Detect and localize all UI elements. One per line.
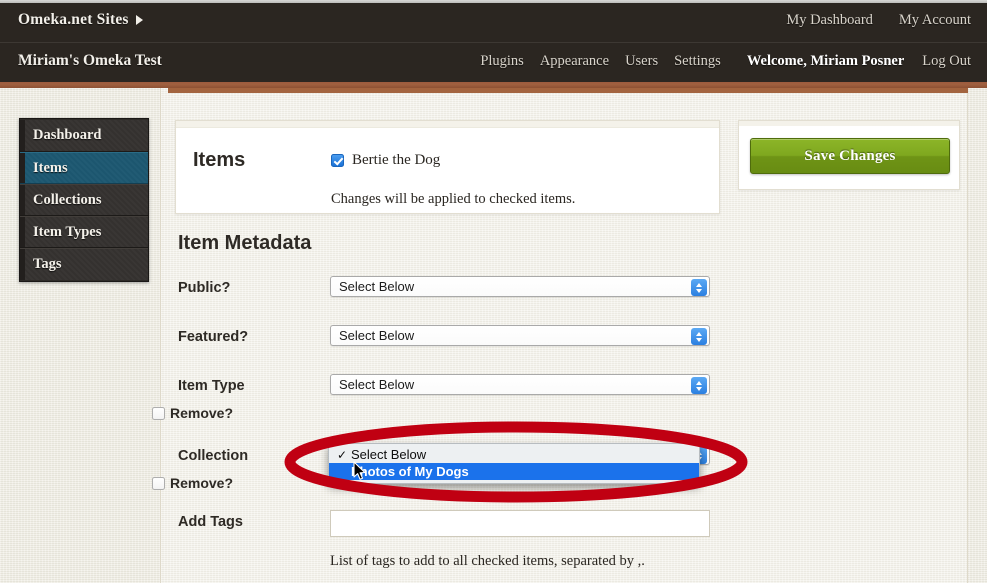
public-select-value: Select Below	[339, 279, 414, 294]
omeka-sites-label: Omeka.net Sites	[18, 11, 129, 29]
item-type-remove-label: Remove?	[170, 405, 233, 421]
field-label-public: Public?	[178, 280, 230, 296]
add-tags-input[interactable]	[330, 510, 710, 537]
main-navigation: Plugins Appearance Users Settings Welcom…	[480, 53, 971, 70]
collection-remove-label: Remove?	[170, 475, 233, 491]
sidebar-item-label: Items	[33, 160, 68, 177]
item-checkbox-row[interactable]: Bertie the Dog	[331, 152, 440, 169]
collection-remove-row[interactable]: Remove?	[152, 475, 233, 491]
dropdown-option-select-below[interactable]: ✓ Select Below	[329, 446, 699, 463]
item-name-label: Bertie the Dog	[352, 152, 440, 169]
sidebar-item-dashboard[interactable]: Dashboard	[20, 120, 148, 152]
collection-dropdown-popup[interactable]: ✓ Select Below Photos of My Dogs	[328, 443, 700, 484]
header-account-links: My Dashboard My Account	[786, 12, 971, 29]
content-accent-rule	[168, 88, 968, 93]
chevron-updown-icon[interactable]	[691, 377, 707, 394]
chevron-updown-icon[interactable]	[691, 279, 707, 296]
omeka-sites-link[interactable]: Omeka.net Sites	[18, 11, 143, 29]
item-type-remove-checkbox[interactable]	[152, 407, 165, 420]
sidebar-item-label: Collections	[33, 192, 101, 209]
dropdown-option-photos-of-my-dogs[interactable]: Photos of My Dogs	[329, 463, 699, 480]
item-type-remove-row[interactable]: Remove?	[152, 405, 233, 421]
add-tags-help-text: List of tags to add to all checked items…	[330, 553, 645, 570]
item-type-select-value: Select Below	[339, 377, 414, 392]
sidebar-item-collections[interactable]: Collections	[20, 184, 148, 216]
sidebar-item-item-types[interactable]: Item Types	[20, 216, 148, 248]
field-label-collection: Collection	[178, 448, 248, 464]
nav-users[interactable]: Users	[625, 53, 658, 70]
featured-select-value: Select Below	[339, 328, 414, 343]
nav-plugins[interactable]: Plugins	[480, 53, 524, 70]
triangle-right-icon	[136, 15, 143, 25]
sidebar-item-label: Dashboard	[33, 127, 102, 144]
sidebar-item-label: Item Types	[33, 224, 101, 241]
item-metadata-title: Item Metadata	[178, 232, 311, 255]
dropdown-option-label: Select Below	[351, 447, 426, 462]
dropdown-option-label: Photos of My Dogs	[351, 464, 469, 479]
field-label-item-type: Item Type	[178, 378, 245, 394]
checkmark-icon: ✓	[337, 448, 351, 462]
featured-select[interactable]: Select Below	[330, 325, 710, 346]
item-checkbox[interactable]	[331, 154, 344, 167]
checkmark-placeholder-icon	[337, 465, 351, 479]
welcome-user-link[interactable]: Welcome, Miriam Posner	[747, 53, 904, 70]
site-title: Miriam's Omeka Test	[18, 52, 162, 70]
my-account-link[interactable]: My Account	[899, 12, 971, 29]
collection-remove-checkbox[interactable]	[152, 477, 165, 490]
sidebar-nav: Dashboard Items Collections Item Types T…	[19, 118, 149, 282]
nav-settings[interactable]: Settings	[674, 53, 721, 70]
log-out-link[interactable]: Log Out	[922, 53, 971, 70]
field-label-featured: Featured?	[178, 329, 248, 345]
items-card: Items Bertie the Dog Changes will be app…	[175, 120, 720, 214]
nav-appearance[interactable]: Appearance	[540, 53, 609, 70]
sidebar-item-items[interactable]: Items	[20, 152, 148, 184]
chevron-updown-icon[interactable]	[691, 328, 707, 345]
sidebar-item-tags[interactable]: Tags	[20, 248, 148, 280]
field-label-add-tags: Add Tags	[178, 514, 243, 530]
my-dashboard-link[interactable]: My Dashboard	[786, 12, 873, 29]
save-changes-button[interactable]: Save Changes	[750, 138, 950, 174]
public-select[interactable]: Select Below	[330, 276, 710, 297]
sidebar-item-label: Tags	[33, 256, 61, 273]
item-type-select[interactable]: Select Below	[330, 374, 710, 395]
items-card-note: Changes will be applied to checked items…	[331, 191, 575, 208]
save-changes-panel: Save Changes	[738, 120, 960, 190]
items-card-heading: Items	[193, 149, 245, 172]
